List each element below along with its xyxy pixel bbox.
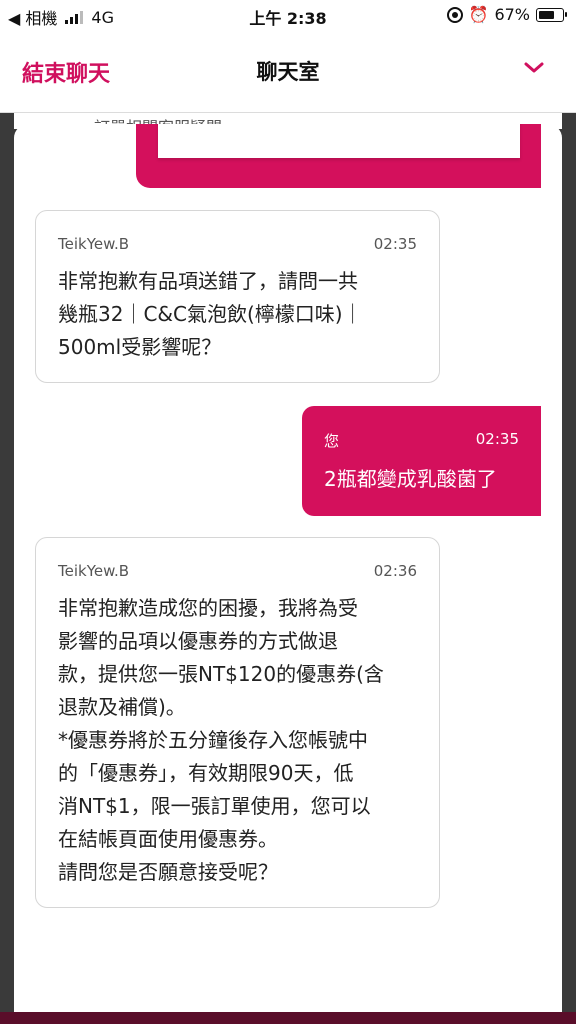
battery-percent: 67% <box>494 5 530 24</box>
message-meta: 您 02:35 <box>324 430 519 451</box>
message-agent: TeikYew.B 02:35 非常抱歉有品項送錯了，請問一共 幾瓶32｜C&C… <box>35 210 440 383</box>
message-text: 非常抱歉有品項送錯了，請問一共 幾瓶32｜C&C氣泡飲(檸檬口味)｜ 500ml… <box>58 269 363 359</box>
message-meta: TeikYew.B 02:36 <box>58 562 417 580</box>
status-right: ⏰ 67% <box>446 5 567 24</box>
message-time: 02:36 <box>373 562 417 580</box>
status-bar: ◀ 相機 4G 上午 2:38 ⏰ 67% <box>0 0 576 30</box>
battery-icon <box>536 7 567 22</box>
message-time: 02:35 <box>475 430 519 448</box>
orientation-lock-icon <box>446 6 463 23</box>
page-title: 聊天室 <box>256 60 320 84</box>
previous-message <box>136 124 541 188</box>
chevron-down-icon[interactable] <box>522 56 546 80</box>
input-bar-edge <box>0 1012 576 1024</box>
alarm-icon: ⏰ <box>468 5 489 24</box>
sender-name: TeikYew.B <box>58 562 130 580</box>
sender-name: 您 <box>324 432 340 450</box>
message-time: 02:35 <box>373 235 417 253</box>
message-meta: TeikYew.B 02:35 <box>58 235 417 253</box>
message-user: 您 02:35 2瓶都變成乳酸菌了 <box>302 406 541 516</box>
previous-message-card[interactable] <box>158 124 520 158</box>
chat-panel[interactable]: TeikYew.B 02:35 非常抱歉有品項送錯了，請問一共 幾瓶32｜C&C… <box>14 124 562 1024</box>
message-text: 2瓶都變成乳酸菌了 <box>324 467 497 491</box>
chat-header: 結束聊天 聊天室 <box>0 30 576 113</box>
sender-name: TeikYew.B <box>58 235 130 253</box>
message-text: 非常抱歉造成您的困擾，我將為受 影響的品項以優惠券的方式做退 款，提供您一張NT… <box>58 596 384 884</box>
message-agent: TeikYew.B 02:36 非常抱歉造成您的困擾，我將為受 影響的品項以優惠… <box>35 537 440 908</box>
